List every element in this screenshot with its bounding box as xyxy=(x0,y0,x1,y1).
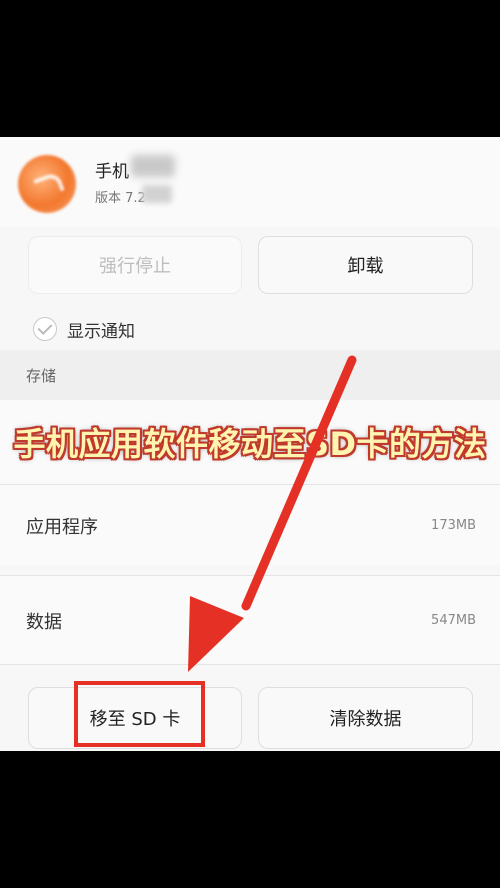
app-version: 版本 7.2 xyxy=(95,191,146,206)
storage-section-header: 存储 xyxy=(0,350,500,400)
force-stop-button[interactable]: 强行停止 xyxy=(28,236,242,294)
checkmark-circle-icon[interactable] xyxy=(33,317,57,341)
storage-row-label: 数据 xyxy=(26,612,62,633)
app-icon xyxy=(18,155,76,213)
highlight-box xyxy=(74,681,205,747)
storage-row-value: 547MB xyxy=(431,613,476,628)
blurred-app-name-icon xyxy=(131,155,175,177)
uninstall-button[interactable]: 卸载 xyxy=(258,236,473,294)
clear-data-button[interactable]: 清除数据 xyxy=(258,687,473,749)
storage-section-title: 存储 xyxy=(26,367,57,385)
blurred-version-icon xyxy=(142,185,172,203)
app-name: 手机 xyxy=(95,162,129,182)
show-notification-toggle[interactable]: 显示通知 xyxy=(33,314,135,344)
storage-row-value: 173MB xyxy=(431,518,476,533)
show-notification-label: 显示通知 xyxy=(67,321,135,342)
app-header: 手机 版本 7.2 xyxy=(0,137,500,227)
overlay-caption-title: 手机应用软件移动至SD卡的方法 xyxy=(13,425,487,463)
divider xyxy=(0,664,500,665)
storage-row-app: 应用程序 173MB xyxy=(0,485,500,565)
storage-row-label: 应用程序 xyxy=(26,517,98,538)
storage-row-data: 数据 547MB xyxy=(0,576,500,664)
